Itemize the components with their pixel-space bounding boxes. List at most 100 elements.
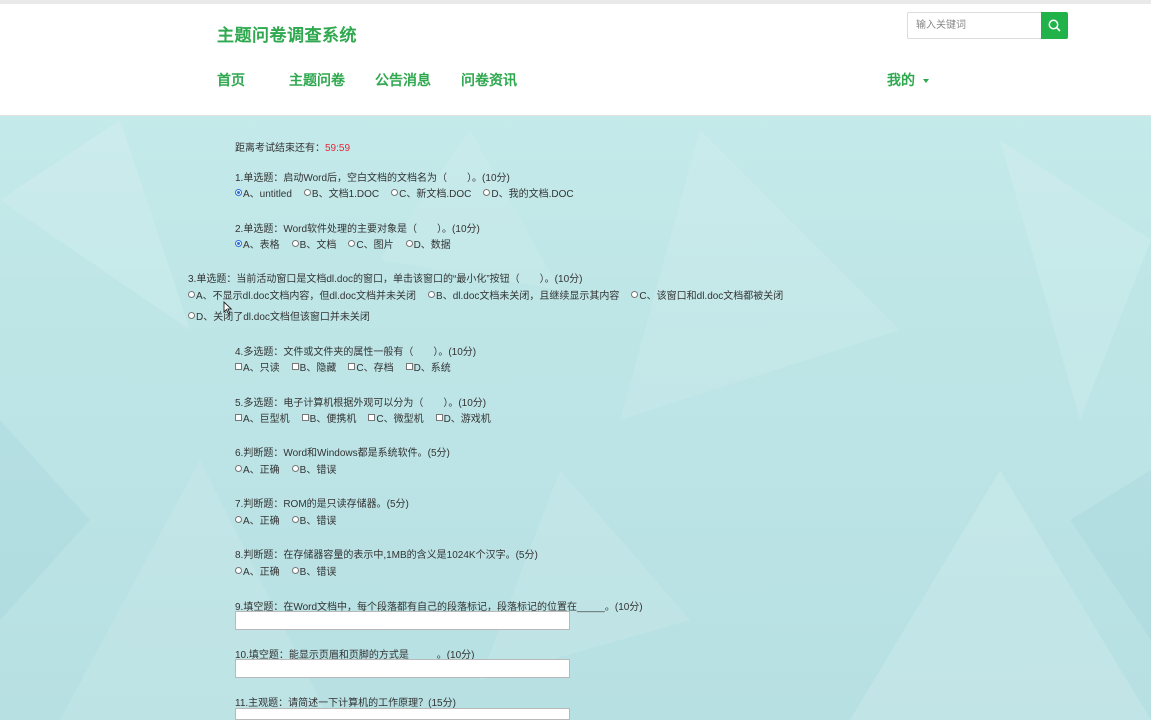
q1-option-b[interactable]: B、文档1.DOC [303,185,380,200]
radio-icon[interactable] [235,240,242,247]
q2-option-a[interactable]: A、表格 [235,236,280,251]
q1-option-a[interactable]: A、untitled [235,185,292,200]
q8-option-b[interactable]: B、错误 [291,563,337,578]
option-label: B、错误 [299,465,337,476]
mouse-cursor-icon [223,301,233,315]
q7-option-a[interactable]: A、正确 [235,512,280,527]
q10-answer-field[interactable] [235,659,570,678]
radio-icon[interactable] [235,516,242,523]
radio-icon[interactable] [188,291,195,298]
radio-icon[interactable] [348,240,356,247]
radio-icon[interactable] [188,312,195,319]
question-8-text: 8.判断题：在存储器容量的表示中,1MB的含义是1024K个汉字。(5分) [235,550,538,561]
nav-survey-news[interactable]: 问卷资讯 [461,70,517,90]
option-label: C、图片 [356,240,394,251]
radio-icon[interactable] [291,240,299,247]
radio-icon[interactable] [631,291,639,298]
radio-icon[interactable] [303,189,311,196]
checkbox-icon[interactable] [435,414,443,421]
option-label: B、错误 [299,516,337,527]
site-title[interactable]: 主题问卷调查系统 [217,21,357,46]
option-label: C、存档 [356,363,394,374]
nav-surveys[interactable]: 主题问卷 [289,70,345,90]
radio-icon[interactable] [428,291,436,298]
q9-answer-field[interactable] [235,611,570,630]
option-label: B、错误 [299,567,337,578]
search-icon [1048,19,1061,32]
search-input[interactable] [907,12,1041,39]
checkbox-icon[interactable] [235,414,242,421]
option-label: A、untitled [243,189,292,200]
checkbox-icon[interactable] [368,414,376,421]
nav-home[interactable]: 首页 [217,70,245,90]
option-label: D、我的文档.DOC [491,189,574,200]
question-6-options: A、正确 B、错误 [235,461,348,476]
q5-option-b[interactable]: B、便携机 [301,410,357,425]
q4-option-b[interactable]: B、隐藏 [291,359,337,374]
question-3-text: 3.单选题：当前活动窗口是文档dl.doc的窗口，单击该窗口的“最小化”按钮（ … [188,274,583,285]
option-label: A、正确 [243,567,280,578]
search-button[interactable] [1041,12,1068,39]
question-11-text: 11.主观题：请简述一下计算机的工作原理？(15分) [235,698,456,709]
radio-icon[interactable] [483,189,491,196]
radio-icon[interactable] [235,465,242,472]
q4-option-d[interactable]: D、系统 [405,359,451,374]
q2-option-b[interactable]: B、文档 [291,236,336,251]
q6-option-a[interactable]: A、正确 [235,461,280,476]
radio-icon[interactable] [235,567,242,574]
question-3-options-row1: A、不显示dl.doc文档内容，但dl.doc文档并未关闭 B、dl.doc文档… [188,287,795,302]
search-box [907,12,1068,39]
radio-icon[interactable] [405,240,413,247]
option-label: D、数据 [413,240,451,251]
option-label: C、微型机 [376,414,424,425]
question-7-text: 7.判断题：ROM的是只读存储器。(5分) [235,499,409,510]
radio-icon[interactable] [291,516,299,523]
option-label: A、只读 [243,363,280,374]
option-label: A、巨型机 [243,414,290,425]
radio-icon[interactable] [291,567,299,574]
q8-option-a[interactable]: A、正确 [235,563,280,578]
question-1-options: A、untitled B、文档1.DOC C、新文档.DOC D、我的文档.DO… [235,185,586,200]
option-label: B、便携机 [309,414,357,425]
question-5-options: A、巨型机 B、便携机 C、微型机 D、游戏机 [235,410,503,425]
checkbox-icon[interactable] [405,363,413,370]
checkbox-icon[interactable] [348,363,356,370]
question-1-text: 1.单选题：启动Word后，空白文档的文档名为（ ）。(10分) [235,173,510,184]
q3-option-a[interactable]: A、不显示dl.doc文档内容，但dl.doc文档并未关闭 [188,287,416,302]
question-4-text: 4.多选题：文件或文件夹的属性一般有（ ）。(10分) [235,347,477,358]
checkbox-icon[interactable] [291,363,299,370]
timer-value: 59:59 [325,143,351,154]
q3-option-d[interactable]: D、关闭了dl.doc文档但该窗口并未关闭 [188,308,370,323]
radio-icon[interactable] [391,189,399,196]
radio-icon[interactable] [291,465,299,472]
nav-announcements[interactable]: 公告消息 [375,70,431,90]
option-label: D、系统 [413,363,451,374]
my-menu-label: 我的 [887,72,915,88]
q4-option-c[interactable]: C、存档 [348,359,394,374]
q5-option-c[interactable]: C、微型机 [368,410,424,425]
q3-option-c[interactable]: C、该窗口和dl.doc文档都被关闭 [631,287,783,302]
my-menu[interactable]: 我的 [887,70,929,90]
q1-option-c[interactable]: C、新文档.DOC [391,185,471,200]
q6-option-b[interactable]: B、错误 [291,461,337,476]
question-2-text: 2.单选题：Word软件处理的主要对象是（ ）。(10分) [235,224,480,235]
q11-answer-field[interactable] [235,708,570,720]
option-label: C、新文档.DOC [399,189,472,200]
q2-option-d[interactable]: D、数据 [405,236,451,251]
question-3-options-row2: D、关闭了dl.doc文档但该窗口并未关闭 [188,308,382,323]
option-label: B、dl.doc文档未关闭，且继续显示其内容 [436,291,620,302]
q4-option-a[interactable]: A、只读 [235,359,280,374]
radio-icon[interactable] [235,189,242,196]
option-label: A、正确 [243,516,280,527]
checkbox-icon[interactable] [301,414,309,421]
q2-option-c[interactable]: C、图片 [348,236,394,251]
q1-option-d[interactable]: D、我的文档.DOC [483,185,574,200]
option-label: B、隐藏 [299,363,337,374]
question-2-options: A、表格 B、文档 C、图片 D、数据 [235,236,463,251]
option-label: B、文档1.DOC [311,189,380,200]
q7-option-b[interactable]: B、错误 [291,512,337,527]
q5-option-a[interactable]: A、巨型机 [235,410,290,425]
q3-option-b[interactable]: B、dl.doc文档未关闭，且继续显示其内容 [428,287,619,302]
q5-option-d[interactable]: D、游戏机 [435,410,491,425]
checkbox-icon[interactable] [235,363,242,370]
